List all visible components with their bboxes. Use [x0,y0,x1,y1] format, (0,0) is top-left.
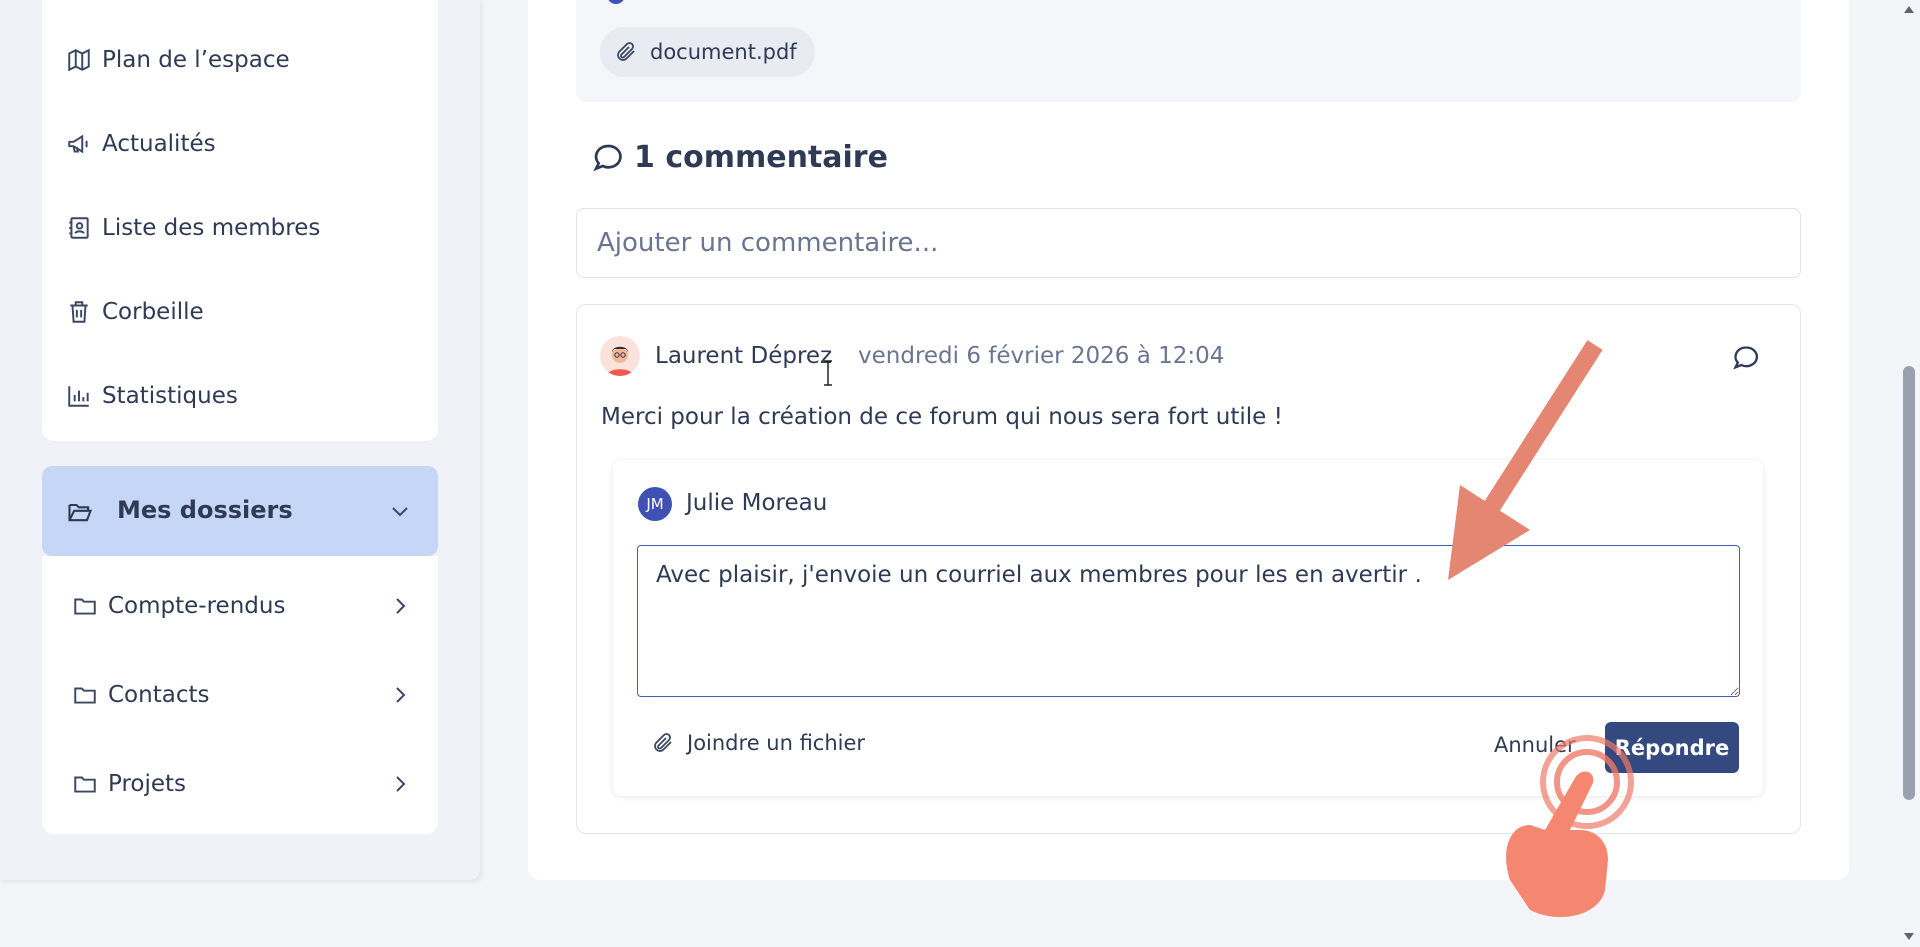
bar-chart-icon [68,386,89,407]
folder-item-projets[interactable]: Projets [72,762,412,806]
chevron-right-icon[interactable] [388,683,412,713]
contacts-book-icon [69,217,89,239]
horizontal-scroll-track [0,930,1900,947]
sidebar-item-corbeille[interactable]: Corbeille [66,292,204,332]
annotation-arrow-icon [1448,340,1603,580]
sidebar-item-label: Statistiques [102,383,238,409]
attach-file-button[interactable]: Joindre un fichier [651,731,865,755]
paperclip-icon [617,42,635,61]
folder-item-compte-rendus[interactable]: Compte-rendus [72,584,412,628]
trash-icon [70,301,88,323]
sidebar-item-label: Actualités [102,131,216,157]
folder-open-icon [66,498,94,530]
attachment-chip[interactable]: document.pdf [600,27,815,77]
sidebar-item-statistiques[interactable]: Statistiques [66,376,238,416]
attachment-name: document.pdf [650,40,797,64]
comment-bubble-icon [593,144,622,171]
add-comment-input[interactable]: Ajouter un commentaire... [576,208,1801,278]
reply-comment-icon[interactable] [1732,344,1760,376]
comment-author: Laurent Déprez [655,343,833,369]
folder-item-contacts[interactable]: Contacts [72,673,412,717]
comment-timestamp: vendredi 6 février 2026 à 12:04 [858,343,1225,369]
sidebar-item-plan[interactable]: Plan de l’espace [66,40,290,80]
comment-text: Merci pour la création de ce forum qui n… [601,404,1283,430]
folder-icon [74,598,96,615]
folder-icon [74,687,96,704]
folder-item-label: Compte-rendus [108,593,286,619]
sidebar-item-actualites[interactable]: Actualités [66,124,216,164]
map-icon [68,48,90,72]
megaphone-icon [68,134,88,154]
comments-count: 1 commentaire [634,140,888,175]
folders-header-label: Mes dossiers [117,496,293,524]
chevron-right-icon[interactable] [388,594,412,624]
sidebar-item-label: Plan de l’espace [102,47,290,73]
reply-user-name: Julie Moreau [686,490,828,516]
chevron-right-icon[interactable] [388,772,412,802]
sidebar-nav-card: Plan de l’espace Actualités Liste des me… [42,0,438,441]
folder-item-label: Contacts [108,682,210,708]
avatar: JM [638,487,672,521]
pointer-hand-icon [1506,735,1634,918]
paperclip-icon [654,733,672,752]
sidebar-item-membres[interactable]: Liste des membres [66,208,320,248]
sidebar-item-label: Liste des membres [102,215,321,241]
text-cursor-icon [824,360,832,386]
scroll-down-icon[interactable] [1904,933,1914,940]
chevron-down-icon[interactable] [388,499,412,527]
comments-heading: 1 commentaire [592,140,888,175]
scroll-up-icon[interactable] [1904,6,1914,13]
folder-item-label: Projets [108,771,187,797]
sidebar-item-label: Corbeille [102,299,204,325]
folder-icon [74,776,96,793]
attach-file-label: Joindre un fichier [687,731,866,755]
folders-list: Compte-rendus Contacts Projets [42,556,438,834]
avatar [600,336,640,376]
folders-header[interactable]: Mes dossiers [42,466,438,556]
scrollbar-thumb[interactable] [1903,366,1915,800]
